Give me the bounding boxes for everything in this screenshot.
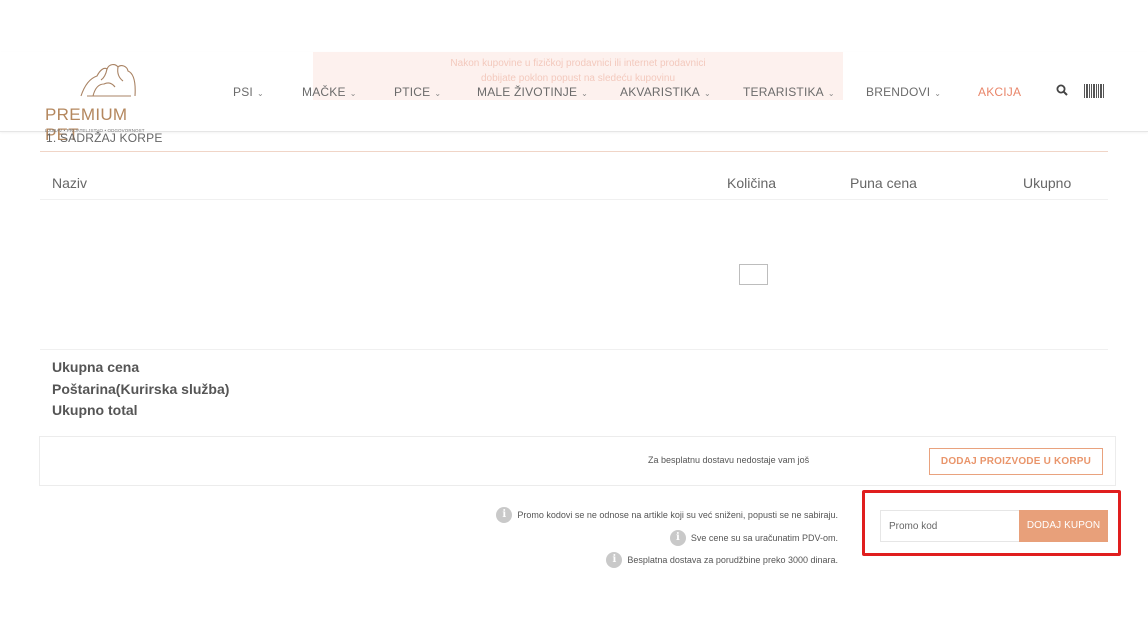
chevron-down-icon: ⌄ bbox=[581, 89, 589, 98]
info-icon: i bbox=[669, 530, 686, 546]
info-note-vat: i Sve cene su sa uračunatim PDV-om. bbox=[669, 530, 838, 546]
nav-item-akcija[interactable]: AKCIJA bbox=[978, 85, 1021, 99]
column-header-quantity: Količina bbox=[727, 175, 777, 191]
table-body-divider bbox=[40, 349, 1108, 350]
nav-item-brendovi[interactable]: BRENDOVI ⌄ bbox=[866, 85, 941, 99]
info-note-text: Besplatna dostava za porudžbine preko 30… bbox=[627, 555, 838, 565]
nav-item-akvaristika[interactable]: AKVARISTIKA ⌄ bbox=[620, 85, 711, 99]
nav-item-ptice[interactable]: PTICE ⌄ bbox=[394, 85, 441, 99]
chevron-down-icon: ⌄ bbox=[349, 89, 357, 98]
site-header: PREMIUM PET LJUBAV • PRIJATELJSTVO • ODG… bbox=[0, 52, 1148, 144]
logo[interactable]: PREMIUM PET LJUBAV • PRIJATELJSTVO • ODG… bbox=[45, 60, 170, 144]
table-header-divider bbox=[40, 199, 1108, 200]
nav-item-label: MAČKE bbox=[302, 85, 346, 99]
chevron-down-icon: ⌄ bbox=[434, 89, 442, 98]
info-note-text: Sve cene su sa uračunatim PDV-om. bbox=[690, 533, 838, 543]
logo-animals-icon bbox=[79, 64, 136, 97]
column-header-name: Naziv bbox=[52, 175, 88, 191]
info-icon: i bbox=[606, 552, 623, 568]
nav-item-teraristika[interactable]: TERARISTIKA ⌄ bbox=[743, 85, 835, 99]
chevron-down-icon: ⌄ bbox=[934, 89, 942, 98]
search-icon[interactable] bbox=[1056, 84, 1068, 96]
column-header-total: Ukupno bbox=[1023, 175, 1072, 191]
free-shipping-text: Za besplatnu dostavu nedostaje vam još bbox=[648, 455, 810, 465]
barcode-icon[interactable] bbox=[1084, 84, 1104, 98]
nav-item-label: PSI bbox=[233, 85, 253, 99]
chevron-down-icon: ⌄ bbox=[256, 89, 264, 98]
nav-item-label: AKCIJA bbox=[978, 85, 1022, 99]
nav-item-label: PTICE bbox=[394, 85, 431, 99]
cart-section-title: 1. SADRŽAJ KORPE bbox=[46, 131, 163, 145]
nav-item-label: TERARISTIKA bbox=[743, 85, 824, 99]
summary-grand-total: Ukupno total bbox=[52, 402, 138, 418]
promo-code-input[interactable] bbox=[880, 510, 1020, 542]
info-note-promo: i Promo kodovi se ne odnose na artikle k… bbox=[496, 507, 838, 523]
add-products-button[interactable]: DODAJ PROIZVODE U KORPU bbox=[929, 448, 1103, 475]
info-note-delivery: i Besplatna dostava za porudžbine preko … bbox=[606, 552, 838, 568]
quantity-input[interactable] bbox=[739, 264, 768, 285]
chevron-down-icon: ⌄ bbox=[704, 89, 711, 98]
nav-item-psi[interactable]: PSI ⌄ bbox=[233, 85, 264, 99]
nav-item-label: AKVARISTIKA bbox=[620, 85, 701, 99]
nav-item-macke[interactable]: MAČKE ⌄ bbox=[302, 85, 357, 99]
summary-total-price: Ukupna cena bbox=[52, 359, 140, 375]
chevron-down-icon: ⌄ bbox=[827, 89, 835, 98]
section-divider bbox=[40, 151, 1108, 152]
info-note-text: Promo kodovi se ne odnose na artikle koj… bbox=[517, 510, 838, 520]
summary-shipping: Poštarina(Kurirska služba) bbox=[52, 381, 230, 397]
nav-item-label: BRENDOVI bbox=[866, 85, 931, 99]
column-header-full-price: Puna cena bbox=[850, 175, 917, 191]
info-icon: i bbox=[496, 507, 513, 523]
add-coupon-button[interactable]: DODAJ KUPON bbox=[1019, 510, 1108, 542]
nav-item-male-zivotinje[interactable]: MALE ŽIVOTINJE ⌄ bbox=[477, 85, 588, 99]
nav-item-label: MALE ŽIVOTINJE bbox=[477, 85, 578, 99]
